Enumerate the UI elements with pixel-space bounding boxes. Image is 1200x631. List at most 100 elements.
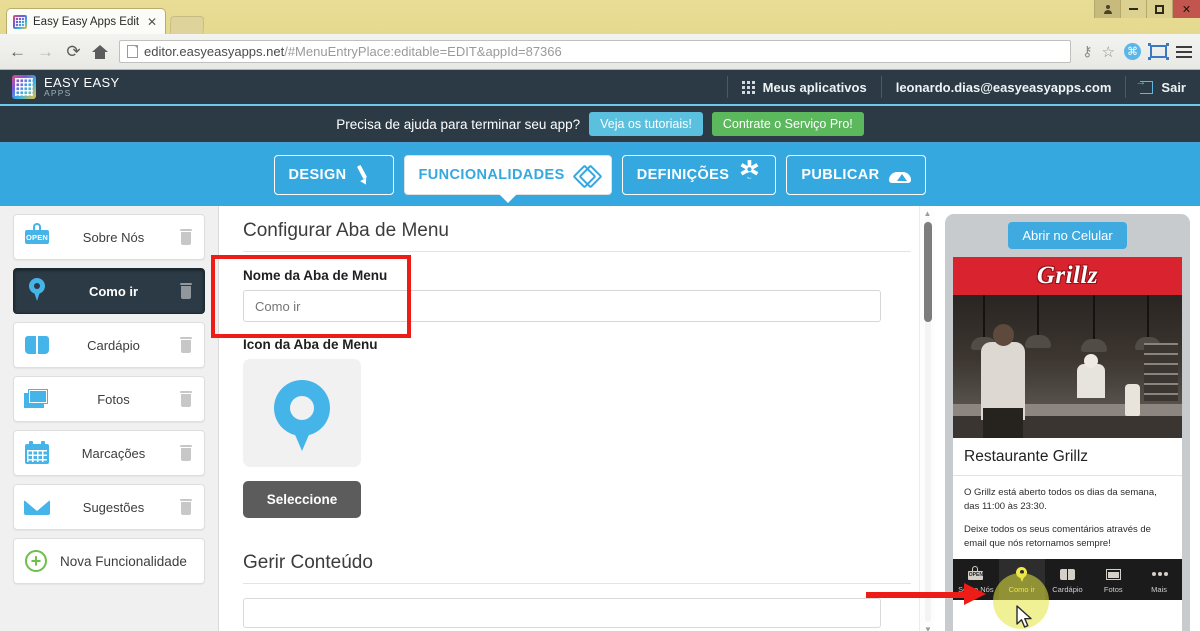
new-tab-button[interactable] (170, 16, 205, 34)
tab-publicar-label: PUBLICAR (801, 167, 879, 183)
maximize-button[interactable] (1146, 0, 1172, 18)
close-icon[interactable]: ✕ (145, 16, 159, 28)
phone-nav-como-ir[interactable]: Como ir (999, 559, 1045, 600)
app-brand-banner: Grillz (953, 257, 1182, 295)
sidebar-item-como-ir[interactable]: Como ir (13, 268, 205, 314)
phone-preview-panel: Abrir no Celular Grillz (935, 206, 1200, 631)
phone-nav-cardapio[interactable]: Cardápio (1045, 559, 1091, 600)
sidebar-item-sobre-nos[interactable]: OPEN Sobre Nós (13, 214, 205, 260)
menu-tab-icon-preview[interactable] (243, 359, 361, 467)
preview-title: Restaurante Grillz (953, 438, 1182, 476)
main-scrollbar[interactable]: ▲ ▼ (919, 206, 935, 631)
address-bar[interactable]: editor.easyeasyapps.net/#MenuEntryPlace:… (119, 40, 1071, 63)
user-avatar-icon[interactable] (1094, 0, 1120, 18)
forward-icon[interactable]: → (36, 43, 55, 60)
envelope-icon (22, 492, 52, 522)
logout-link[interactable]: Sair (1126, 80, 1200, 95)
calendar-icon (22, 438, 52, 468)
page-title: Configurar Aba de Menu (243, 220, 911, 252)
tags-icon (575, 164, 597, 186)
account-email[interactable]: leonardo.dias@easyeasyapps.com (882, 80, 1126, 95)
window-controls: ✕ (1094, 0, 1200, 18)
sidebar-item-cardapio[interactable]: Cardápio (13, 322, 205, 368)
name-field-label: Nome da Aba de Menu (243, 268, 911, 283)
menu-tab-name-input[interactable] (243, 290, 881, 322)
minimize-button[interactable] (1120, 0, 1146, 18)
annotation-arrow (866, 590, 986, 599)
photos-icon (1105, 566, 1122, 583)
workspace: OPEN Sobre Nós Como ir Cardápio Fotos (0, 206, 1200, 631)
scroll-up-arrow[interactable]: ▲ (920, 206, 935, 220)
manage-content-input[interactable] (243, 598, 881, 628)
favicon-icon (13, 15, 27, 29)
plus-circle-icon: + (22, 546, 52, 576)
logo-line2: APPS (44, 89, 119, 98)
tab-definicoes[interactable]: DEFINIÇÕES (622, 155, 777, 195)
phone-bottom-nav: OPEN Sobre Nós Como ir Ca (953, 559, 1182, 600)
reload-icon[interactable]: ⟳ (64, 43, 83, 60)
phone-nav-label: Cardápio (1052, 585, 1082, 594)
tab-funcionalidades-label: FUNCIONALIDADES (419, 167, 565, 183)
home-icon[interactable] (92, 45, 108, 59)
book-icon (22, 330, 52, 360)
trash-icon[interactable] (179, 445, 193, 461)
scrollbar-thumb[interactable] (924, 222, 932, 322)
app-logo[interactable]: EASY EASY APPS (0, 75, 119, 99)
logo-line1: EASY EASY (44, 76, 119, 90)
sidebar-item-label: Sobre Nós (52, 230, 179, 245)
trash-icon[interactable] (179, 391, 193, 407)
preview-paragraph-1: O Grillz está aberto todos os dias da se… (964, 486, 1171, 515)
main-tab-nav: DESIGN FUNCIONALIDADES DEFINIÇÕES PUBLIC… (0, 144, 1200, 206)
phone-nav-mais[interactable]: Mais (1136, 559, 1182, 600)
close-window-button[interactable]: ✕ (1172, 0, 1200, 18)
tab-design[interactable]: DESIGN (274, 155, 394, 195)
phone-nav-label: Como ir (1009, 585, 1035, 594)
open-sign-icon: OPEN (967, 566, 984, 583)
easyeasyapps-logo-icon (12, 75, 36, 99)
logout-label: Sair (1161, 80, 1186, 95)
trash-icon[interactable] (179, 283, 193, 299)
menu-icon[interactable] (1176, 46, 1192, 58)
phone-frame: Abrir no Celular Grillz (945, 214, 1190, 631)
trash-icon[interactable] (179, 337, 193, 353)
add-feature-button[interactable]: + Nova Funcionalidade (13, 538, 205, 584)
sidebar-item-marcacoes[interactable]: Marcações (13, 430, 205, 476)
back-icon[interactable]: ← (8, 43, 27, 60)
screenshot-icon[interactable] (1150, 45, 1167, 58)
extension-icon[interactable]: ⌘ (1124, 43, 1141, 60)
logout-icon (1140, 81, 1153, 94)
select-icon-button[interactable]: Seleccione (243, 481, 361, 518)
phone-nav-fotos[interactable]: Fotos (1090, 559, 1136, 600)
tab-design-label: DESIGN (289, 167, 347, 183)
pro-service-button[interactable]: Contrate o Serviço Pro! (712, 112, 864, 136)
icon-field-label: Icon da Aba de Menu (243, 337, 911, 352)
map-pin-icon (22, 276, 52, 306)
hero-photo (953, 295, 1182, 438)
sidebar-item-label: Marcações (52, 446, 179, 461)
phone-nav-label: Mais (1151, 585, 1167, 594)
toolbar-right-icons: ⚷ ☆ ⌘ (1082, 43, 1192, 61)
app-header: EASY EASY APPS Meus aplicativos leonardo… (0, 70, 1200, 106)
feature-sidebar: OPEN Sobre Nós Como ir Cardápio Fotos (0, 206, 219, 631)
promo-bar: Precisa de ajuda para terminar seu app? … (0, 106, 1200, 144)
url-text: editor.easyeasyapps.net/#MenuEntryPlace:… (144, 44, 562, 59)
manage-content-title: Gerir Conteúdo (243, 552, 911, 584)
photos-icon (22, 384, 52, 414)
logo-text: EASY EASY APPS (44, 76, 119, 99)
trash-icon[interactable] (179, 229, 193, 245)
browser-tab[interactable]: Easy Easy Apps Editor ✕ (6, 8, 166, 34)
browser-tab-title: Easy Easy Apps Editor (33, 16, 139, 28)
sidebar-item-fotos[interactable]: Fotos (13, 376, 205, 422)
sidebar-item-sugestoes[interactable]: Sugestões (13, 484, 205, 530)
my-apps-link[interactable]: Meus aplicativos (728, 80, 881, 95)
trash-icon[interactable] (179, 499, 193, 515)
tutorials-button[interactable]: Veja os tutoriais! (589, 112, 703, 136)
tab-publicar[interactable]: PUBLICAR (786, 155, 926, 195)
open-sign-icon: OPEN (22, 222, 52, 252)
open-on-phone-button[interactable]: Abrir no Celular (1008, 222, 1126, 249)
tab-funcionalidades[interactable]: FUNCIONALIDADES (404, 155, 612, 195)
preview-body: O Grillz está aberto todos os dias da se… (953, 476, 1182, 559)
key-icon[interactable]: ⚷ (1082, 43, 1092, 60)
bookmark-star-icon[interactable]: ☆ (1102, 43, 1115, 61)
page-info-icon (127, 45, 138, 58)
